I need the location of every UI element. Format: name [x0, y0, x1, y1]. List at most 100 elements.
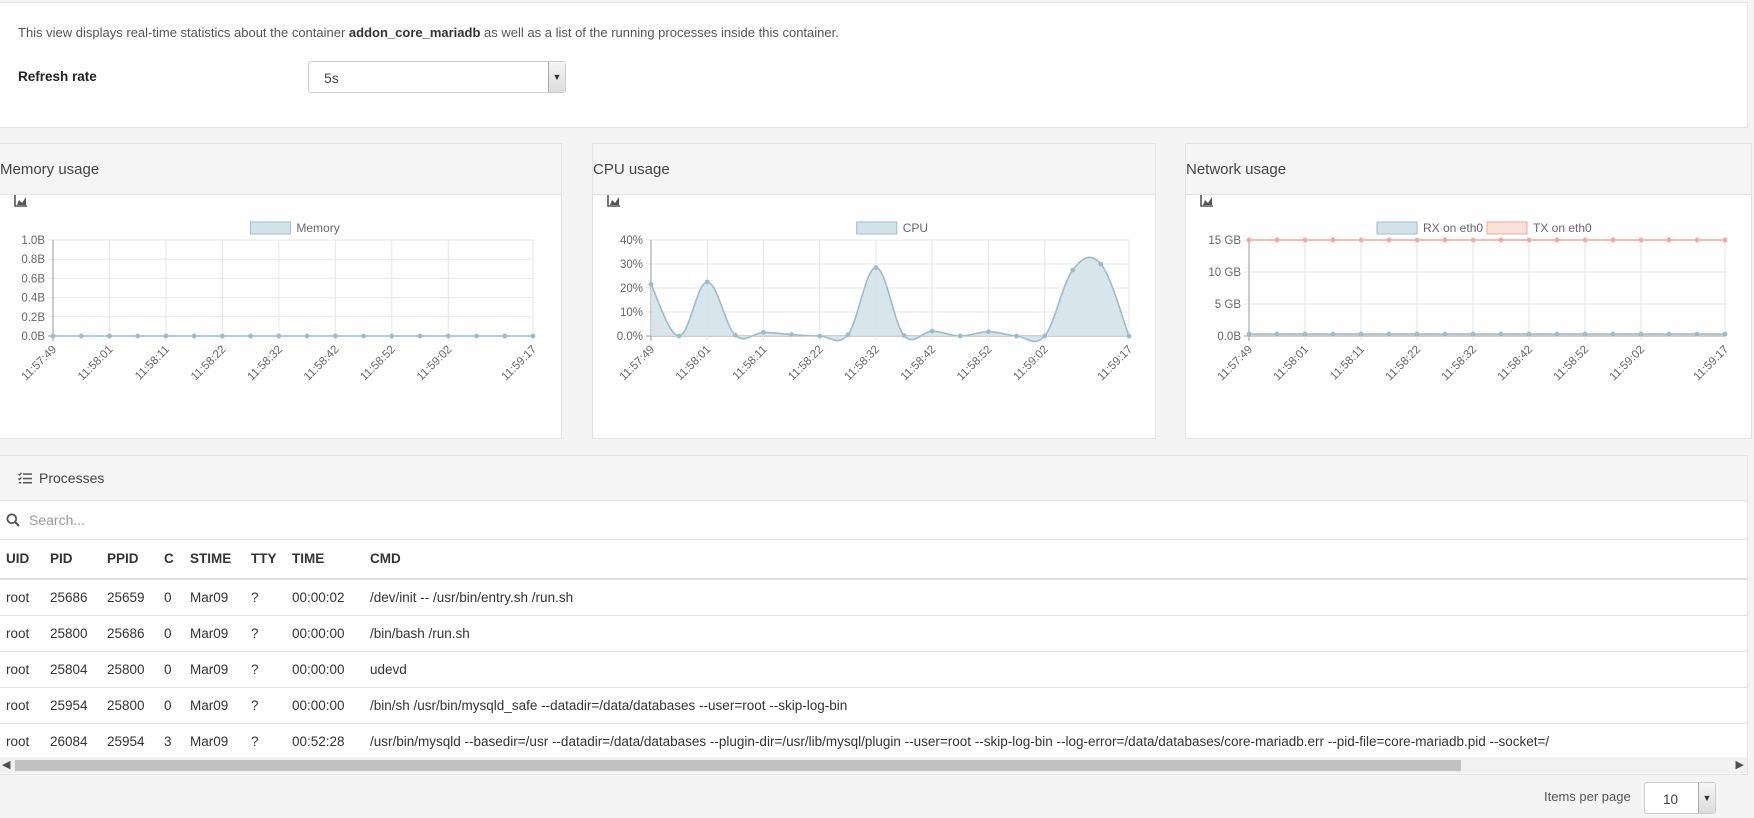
data-point	[929, 328, 935, 334]
y-tick-label: 10 GB	[1208, 267, 1241, 279]
data-point	[1470, 237, 1476, 243]
x-tick-label: 11:58:52	[358, 344, 398, 384]
column-header-pid[interactable]: PID	[50, 551, 73, 566]
data-point	[1014, 333, 1019, 339]
data-point	[1274, 237, 1280, 243]
scrollbar-thumb[interactable]	[15, 760, 1461, 771]
network-widget-header: Network usage	[1186, 144, 1751, 207]
y-tick-label: 0.0%	[617, 331, 643, 343]
scroll-left-arrow-icon[interactable]: ◀	[2, 757, 10, 773]
cell-uid: root	[6, 734, 30, 749]
refresh-rate-select[interactable]: 5s ▼	[308, 61, 566, 93]
data-point	[50, 333, 56, 339]
cell-uid: root	[6, 662, 30, 677]
processes-panel: Processes UID PID PPID C STIME TTY TIME …	[0, 455, 1748, 775]
x-tick-label: 11:58:42	[302, 344, 342, 384]
x-tick-label: 11:59:02	[1608, 344, 1648, 384]
data-point	[78, 333, 84, 339]
data-point	[1498, 237, 1504, 243]
column-header-tty[interactable]: TTY	[251, 551, 277, 566]
data-point	[986, 329, 991, 335]
x-tick-label: 11:58:52	[955, 344, 995, 384]
cell-pid: 25804	[50, 662, 88, 677]
cell-ppid: 25954	[107, 734, 145, 749]
cell-tty: ?	[251, 734, 259, 749]
items-per-page-select[interactable]: 10 ▼	[1644, 782, 1716, 814]
cell-cmd: udevd	[370, 662, 407, 677]
column-header-stime[interactable]: STIME	[190, 551, 231, 566]
table-row: root 25804 25800 0 Mar09 ? 00:00:00 udev…	[0, 652, 1747, 688]
process-search-bar	[0, 501, 1747, 540]
table-row: root 25954 25800 0 Mar09 ? 00:00:00 /bin…	[0, 688, 1747, 724]
cell-tty: ?	[251, 662, 259, 677]
column-header-ppid[interactable]: PPID	[107, 551, 139, 566]
y-tick-label: 0.4B	[21, 293, 45, 305]
intro-suffix: as well as a list of the running process…	[480, 25, 839, 40]
x-tick-label: 11:59:17	[1096, 344, 1136, 384]
cell-time: 00:00:00	[292, 698, 345, 713]
x-tick-label: 11:59:17	[500, 344, 540, 384]
data-point	[1098, 261, 1104, 267]
scroll-right-arrow-icon[interactable]: ▶	[1736, 757, 1744, 773]
memory-chart: Memory 0.0B 0.2B 0.4B 0.6B 0.8B 1.0B 11:57:49 11…	[20, 221, 540, 384]
column-header-cmd[interactable]: CMD	[370, 551, 401, 566]
data-point	[1302, 237, 1308, 243]
cell-stime: Mar09	[190, 698, 229, 713]
x-tick-label: 11:58:32	[245, 344, 285, 384]
intro-text: This view displays real-time statistics …	[18, 25, 839, 40]
cell-pid: 25954	[50, 698, 88, 713]
series-area	[1249, 240, 1725, 336]
processes-header: Processes	[0, 456, 1747, 501]
items-per-page-value: 10	[1663, 792, 1679, 807]
cell-pid: 25800	[50, 626, 88, 641]
cell-ppid: 25686	[107, 626, 145, 641]
y-tick-label: 1.0B	[21, 235, 45, 247]
chevron-down-icon[interactable]: ▼	[548, 62, 565, 92]
process-search-input[interactable]	[27, 507, 631, 533]
data-point	[107, 333, 112, 339]
data-point	[845, 332, 851, 338]
cell-tty: ?	[251, 590, 259, 605]
y-tick-label: 30%	[620, 259, 643, 271]
legend-label: Memory	[296, 221, 339, 235]
processes-title: Processes	[39, 470, 105, 486]
column-header-c[interactable]: C	[164, 551, 174, 566]
cell-cmd: /dev/init -- /usr/bin/entry.sh /run.sh	[370, 590, 574, 605]
cell-uid: root	[6, 590, 30, 605]
x-tick-label: 11:57:49	[618, 344, 658, 384]
legend-swatch	[1376, 221, 1418, 235]
x-tick-label: 11:58:22	[189, 344, 229, 384]
cpu-widget-title: CPU usage	[593, 160, 670, 178]
data-point	[1070, 267, 1076, 273]
network-widget-title: Network usage	[1186, 160, 1287, 178]
column-header-time[interactable]: TIME	[292, 551, 324, 566]
cell-stime: Mar09	[190, 662, 229, 677]
data-point	[704, 279, 710, 285]
table-row: root 25686 25659 0 Mar09 ? 00:00:02 /dev…	[0, 580, 1747, 616]
data-point	[957, 333, 963, 339]
column-header-uid[interactable]: UID	[6, 551, 29, 566]
cell-c: 0	[164, 626, 172, 641]
x-tick-label: 11:58:01	[674, 344, 714, 384]
cell-time: 00:52:28	[292, 734, 345, 749]
data-point	[1610, 237, 1616, 243]
x-tick-label: 11:57:49	[1216, 344, 1256, 384]
x-tick-label: 11:58:11	[731, 344, 770, 383]
chevron-down-icon[interactable]: ▼	[1698, 783, 1715, 813]
data-point	[1386, 237, 1392, 243]
cpu-widget-header: CPU usage	[593, 144, 1155, 207]
network-chart: RX on eth0 TX on eth0 0.0B 5 GB 10 GB 15 GB 11…	[1208, 221, 1731, 384]
legend-label: TX on eth0	[1533, 221, 1592, 235]
x-tick-label: 11:59:02	[1011, 344, 1051, 384]
horizontal-scrollbar[interactable]: ◀ ▶	[0, 757, 1747, 773]
cell-uid: root	[6, 698, 30, 713]
legend-label: CPU	[903, 221, 928, 235]
x-tick-label: 11:59:02	[415, 344, 455, 384]
y-tick-label: 0.6B	[21, 273, 45, 285]
cell-stime: Mar09	[190, 626, 229, 641]
y-tick-label: 5 GB	[1215, 299, 1242, 311]
cell-stime: Mar09	[190, 590, 229, 605]
cell-stime: Mar09	[190, 734, 229, 749]
cell-time: 00:00:02	[292, 590, 345, 605]
data-point	[445, 333, 451, 339]
